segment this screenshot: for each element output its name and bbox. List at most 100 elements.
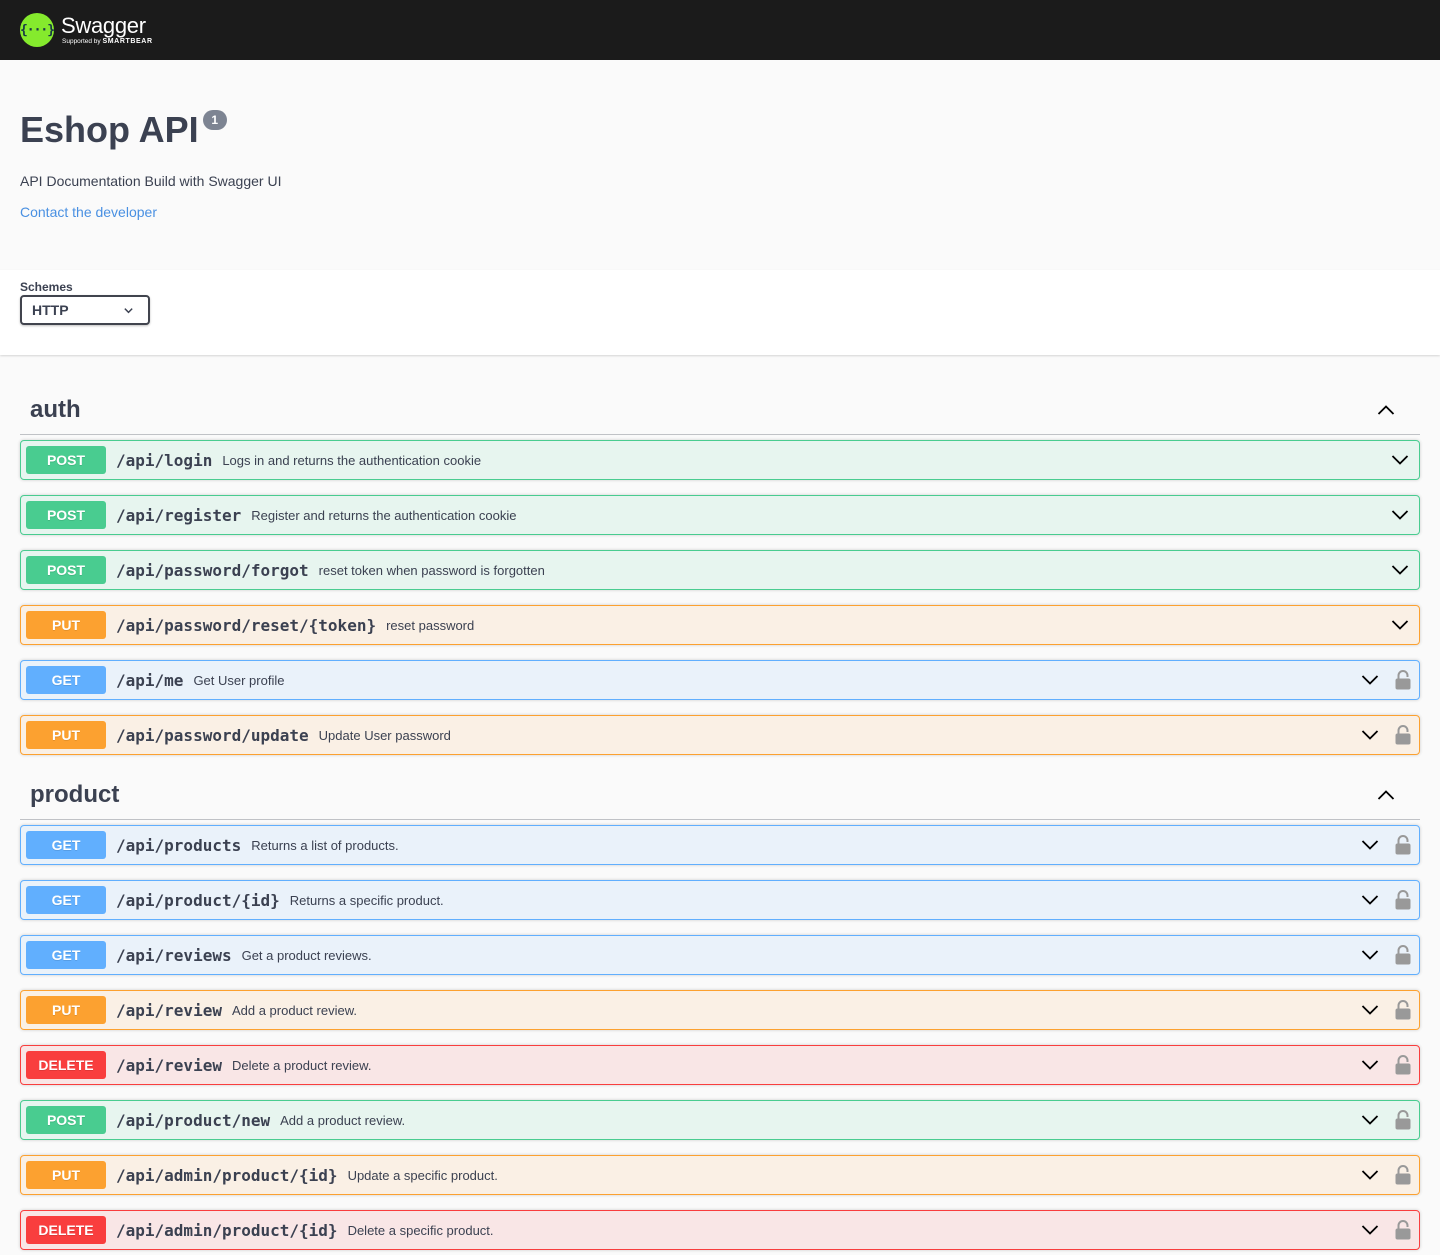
unlock-icon[interactable] xyxy=(1394,1110,1412,1130)
chevron-down-icon xyxy=(1361,1225,1379,1235)
schemes-section: Schemes HTTP xyxy=(0,270,1440,355)
unlock-icon[interactable] xyxy=(1394,835,1412,855)
operation-summary: Update a specific product. xyxy=(347,1167,498,1183)
unlock-icon[interactable] xyxy=(1394,945,1412,965)
method-badge: DELETE xyxy=(26,1216,106,1244)
logo-company: SMARTBEAR xyxy=(102,37,153,45)
method-badge: PUT xyxy=(26,996,106,1024)
operation-summary: Logs in and returns the authentication c… xyxy=(222,452,482,468)
unlock-icon[interactable] xyxy=(1394,670,1412,690)
operation-path: /api/product/{id} xyxy=(116,890,280,910)
method-badge: POST xyxy=(26,501,106,529)
operation-summary: reset password xyxy=(386,617,475,633)
chevron-down-icon xyxy=(1391,510,1409,520)
operation-summary: reset token when password is forgotten xyxy=(318,562,545,578)
version-badge: 1 xyxy=(202,110,227,130)
method-badge: POST xyxy=(26,1106,106,1134)
chevron-down-icon xyxy=(1361,675,1379,685)
operation-summary: Add a product review. xyxy=(231,1002,357,1018)
unlock-icon[interactable] xyxy=(1394,1000,1412,1020)
operation-path: /api/admin/product/{id} xyxy=(116,1220,338,1240)
operation-summary: Get User profile xyxy=(193,672,285,688)
operation-get[interactable]: GET/api/product/{id} Returns a specific p… xyxy=(20,880,1420,920)
operation-post[interactable]: POST/api/register Register and returns th… xyxy=(20,495,1420,535)
operation-summary: Returns a list of products. xyxy=(251,837,399,853)
operation-post[interactable]: POST/api/login Logs in and returns the au… xyxy=(20,440,1420,480)
operation-path: /api/review xyxy=(116,1055,222,1075)
operation-path: /api/product/new xyxy=(116,1110,271,1130)
page-title: Eshop API xyxy=(20,109,199,150)
chevron-up-icon xyxy=(1377,789,1395,800)
chevron-down-icon xyxy=(1361,730,1379,740)
operation-path: /api/register xyxy=(116,505,242,525)
operation-path: /api/login xyxy=(116,450,213,470)
method-badge: GET xyxy=(26,831,106,859)
method-badge: GET xyxy=(26,666,106,694)
operation-put[interactable]: PUT/api/password/reset/{token} reset pass… xyxy=(20,605,1420,645)
method-badge: GET xyxy=(26,886,106,914)
method-badge: DELETE xyxy=(26,1051,106,1079)
chevron-up-icon xyxy=(1377,404,1395,415)
operation-get[interactable]: GET/api/reviews Get a product reviews. xyxy=(20,935,1420,975)
method-badge: POST xyxy=(26,556,106,584)
method-badge: PUT xyxy=(26,611,106,639)
operation-put[interactable]: PUT/api/password/update Update User passw… xyxy=(20,715,1420,755)
chevron-down-icon xyxy=(1361,1005,1379,1015)
operation-path: /api/password/update xyxy=(116,725,309,745)
operation-summary: Delete a specific product. xyxy=(347,1222,494,1238)
operation-summary: Get a product reviews. xyxy=(241,947,372,963)
contact-link[interactable]: Contact the developer xyxy=(20,204,1420,220)
logo-subtitle: Supported by SMARTBEAR xyxy=(62,37,153,46)
tag-header-auth[interactable]: auth xyxy=(20,385,1420,435)
api-info: Eshop API 1 API Documentation Build with… xyxy=(0,60,1440,270)
operations-list: auth POST/api/login Logs in and returns th… xyxy=(0,355,1440,1250)
unlock-icon[interactable] xyxy=(1394,890,1412,910)
unlock-icon[interactable] xyxy=(1394,1220,1412,1240)
chevron-down-icon xyxy=(1361,895,1379,905)
operation-summary: Register and returns the authentication … xyxy=(251,507,517,523)
operation-path: /api/reviews xyxy=(116,945,232,965)
operation-path: /api/products xyxy=(116,835,242,855)
operation-post[interactable]: POST/api/password/forgot reset token when… xyxy=(20,550,1420,590)
chevron-down-icon xyxy=(1361,950,1379,960)
method-badge: GET xyxy=(26,941,106,969)
schemes-selected-value: HTTP xyxy=(32,302,69,318)
operation-path: /api/password/forgot xyxy=(116,560,309,580)
chevron-down-icon xyxy=(1361,1115,1379,1125)
logo-supported-by: Supported by xyxy=(62,37,101,45)
operation-get[interactable]: GET/api/me Get User profile xyxy=(20,660,1420,700)
operation-post[interactable]: POST/api/product/new Add a product review… xyxy=(20,1100,1420,1140)
tag-header-product[interactable]: product xyxy=(20,770,1420,820)
chevron-down-icon xyxy=(124,307,133,313)
operation-delete[interactable]: DELETE/api/admin/product/{id} Delete a sp… xyxy=(20,1210,1420,1250)
operation-summary: Update User password xyxy=(318,727,451,743)
logo-name: Swagger xyxy=(61,12,146,38)
topbar: {···} Swagger Supported by SMARTBEAR xyxy=(0,0,1440,60)
operation-put[interactable]: PUT/api/admin/product/{id} Update a speci… xyxy=(20,1155,1420,1195)
tag-title: product xyxy=(30,780,120,808)
swagger-logo[interactable]: {···} Swagger Supported by SMARTBEAR xyxy=(20,13,153,47)
chevron-down-icon xyxy=(1361,840,1379,850)
operation-delete[interactable]: DELETE/api/review Delete a product review… xyxy=(20,1045,1420,1085)
operation-path: /api/admin/product/{id} xyxy=(116,1165,338,1185)
unlock-icon[interactable] xyxy=(1394,725,1412,745)
chevron-down-icon xyxy=(1361,1170,1379,1180)
operation-path: /api/me xyxy=(116,670,184,690)
unlock-icon[interactable] xyxy=(1394,1165,1412,1185)
operation-get[interactable]: GET/api/products Returns a list of produc… xyxy=(20,825,1420,865)
operation-path: /api/password/reset/{token} xyxy=(116,615,377,635)
title-row: Eshop API 1 xyxy=(20,108,1420,152)
operation-put[interactable]: PUT/api/review Add a product review. xyxy=(20,990,1420,1030)
api-description: API Documentation Build with Swagger UI xyxy=(20,173,282,189)
tag-title: auth xyxy=(30,395,81,423)
schemes-select[interactable]: HTTP xyxy=(20,295,150,325)
unlock-icon[interactable] xyxy=(1394,1055,1412,1075)
schemes-label: Schemes xyxy=(20,280,73,294)
logo-text: Swagger Supported by SMARTBEAR xyxy=(61,12,153,46)
chevron-down-icon xyxy=(1391,565,1409,575)
operation-summary: Add a product review. xyxy=(280,1112,406,1128)
chevron-down-icon xyxy=(1391,620,1409,630)
swagger-logo-icon: {···} xyxy=(20,13,55,47)
operation-summary: Delete a product review. xyxy=(231,1057,372,1073)
operation-summary: Returns a specific product. xyxy=(289,892,444,908)
